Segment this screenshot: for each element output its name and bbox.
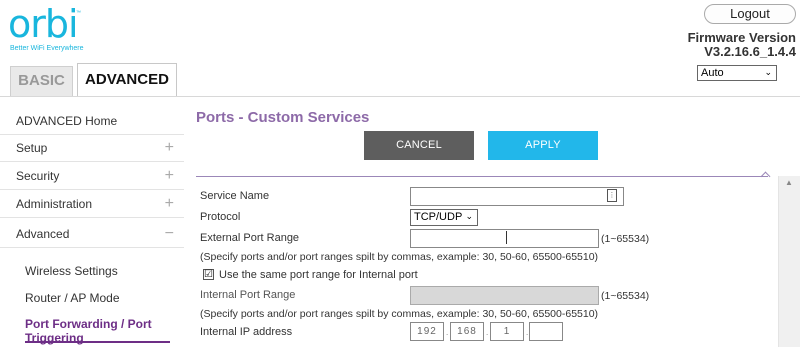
sidebar: ADVANCED Home Setup + Security + Adminis… — [0, 97, 184, 347]
external-port-hint: (Specify ports and/or port ranges spilt … — [200, 251, 599, 263]
service-name-label: Service Name — [200, 190, 270, 202]
sidebar-item-label: Setup — [16, 141, 48, 155]
same-port-range-checkbox[interactable]: ☑ — [203, 269, 214, 280]
sidebar-item-label: Administration — [16, 197, 93, 211]
ip-octet-4-input[interactable] — [529, 322, 563, 341]
logo-tagline: Better WiFi Everywhere — [10, 45, 84, 52]
chevron-down-icon: ⌄ — [764, 67, 772, 77]
sidebar-item-administration[interactable]: Administration + — [0, 190, 184, 218]
sidebar-item-security[interactable]: Security + — [0, 162, 184, 190]
language-select-value: Auto — [701, 67, 724, 79]
sidebar-subitem-router-ap-mode[interactable]: Router / AP Mode — [0, 291, 184, 305]
ip-octet-2-input[interactable]: 168 — [450, 322, 484, 341]
language-select[interactable]: Auto ⌄ — [697, 65, 777, 81]
ip-separator: . — [526, 328, 529, 337]
keyboard-icon[interactable]: ⋮ — [607, 189, 617, 202]
expand-plus-icon[interactable]: + — [165, 190, 174, 218]
logo-trademark: ™ — [76, 10, 81, 16]
cancel-button[interactable]: CANCEL — [364, 131, 474, 160]
ip-separator: . — [446, 328, 449, 337]
scroll-up-arrow-icon[interactable]: ▲ — [785, 178, 793, 187]
protocol-select-value: TCP/UDP — [414, 211, 463, 223]
apply-button[interactable]: APPLY — [488, 131, 598, 160]
internal-ip-address-label: Internal IP address — [200, 326, 293, 338]
sidebar-item-advanced[interactable]: Advanced − — [0, 220, 184, 248]
expand-plus-icon[interactable]: + — [165, 134, 174, 162]
collapse-minus-icon[interactable]: − — [165, 220, 174, 248]
protocol-label: Protocol — [200, 211, 241, 223]
tab-advanced[interactable]: ADVANCED — [77, 63, 177, 96]
orbi-logo: orbi ™ Better WiFi Everywhere — [8, 2, 84, 52]
firmware-version: V3.2.16.6_1.4.4 — [704, 44, 796, 59]
ip-separator: . — [486, 328, 489, 337]
sidebar-subitem-wireless-settings[interactable]: Wireless Settings — [0, 264, 184, 278]
internal-port-hint: (Specify ports and/or port ranges spilt … — [200, 308, 599, 320]
external-port-range-input[interactable] — [410, 229, 599, 248]
sidebar-item-label: ADVANCED Home — [16, 114, 118, 128]
protocol-select[interactable]: TCP/UDP ⌄ — [410, 209, 478, 226]
logo-text: orbi — [8, 2, 79, 46]
sidebar-item-label: Security — [16, 169, 60, 183]
sidebar-item-advanced-home[interactable]: ADVANCED Home — [0, 107, 184, 135]
same-port-range-label[interactable]: Use the same port range for Internal por… — [219, 269, 418, 281]
text-caret — [506, 231, 507, 244]
form-divider — [196, 176, 768, 177]
active-item-underline — [25, 341, 170, 343]
chevron-down-icon: ⌄ — [465, 211, 473, 221]
sidebar-item-setup[interactable]: Setup + — [0, 134, 184, 162]
external-range-note: (1~65534) — [601, 233, 650, 245]
ip-octet-1-input[interactable]: 192 — [410, 322, 444, 341]
ip-octet-3-input[interactable]: 1 — [490, 322, 524, 341]
sidebar-subitem-label: Port Forwarding / Port — [25, 317, 152, 331]
firmware-title: Firmware Version — [687, 30, 796, 45]
service-name-input[interactable] — [410, 187, 624, 206]
internal-port-range-label: Internal Port Range — [200, 289, 296, 301]
collapse-caret-icon[interactable] — [760, 171, 771, 182]
tab-basic[interactable]: BASIC — [10, 66, 73, 96]
external-port-range-label: External Port Range — [200, 232, 300, 244]
expand-plus-icon[interactable]: + — [165, 162, 174, 190]
scrollbar[interactable]: ▲ — [778, 176, 800, 347]
internal-port-range-input — [410, 286, 599, 305]
sidebar-item-label: Advanced — [16, 227, 70, 241]
page-title: Ports - Custom Services — [196, 109, 370, 126]
logout-button[interactable]: Logout — [704, 4, 796, 24]
internal-range-note: (1~65534) — [601, 290, 650, 302]
